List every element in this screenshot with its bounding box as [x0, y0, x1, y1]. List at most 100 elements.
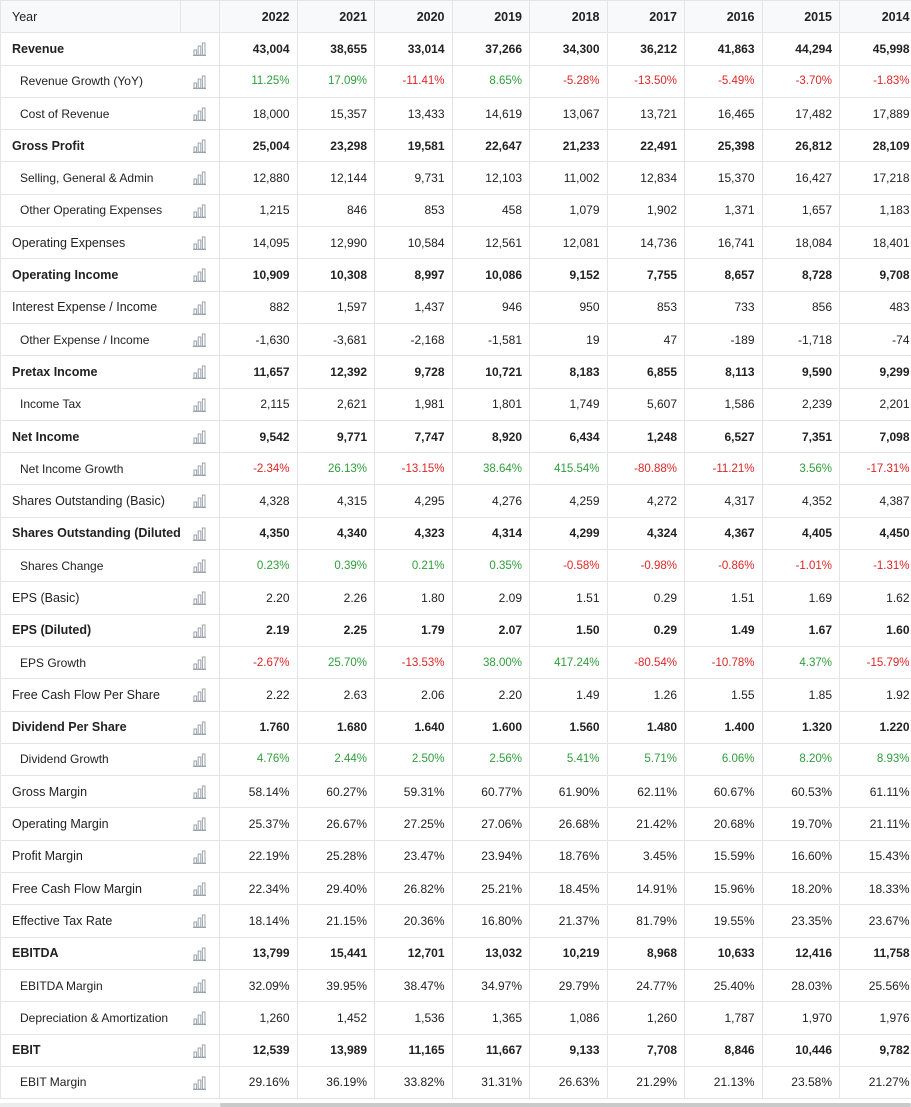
table-cell: 8,657 [684, 258, 763, 292]
bar-chart-icon[interactable] [180, 64, 220, 98]
table-cell: 2.20 [451, 678, 530, 712]
table-cell: 38.47% [374, 968, 453, 1003]
year-2018-header[interactable]: 2018 [529, 0, 608, 34]
table-cell: 1,902 [606, 193, 685, 228]
bar-chart-icon[interactable] [180, 32, 220, 66]
bar-chart-icon[interactable] [180, 710, 220, 744]
bar-chart-icon[interactable] [180, 1033, 220, 1067]
bar-chart-icon[interactable] [180, 645, 220, 680]
year-2022-header[interactable]: 2022 [219, 0, 298, 34]
table-cell: 25.56% [839, 968, 911, 1003]
table-cell: 17,482 [761, 96, 840, 131]
table-cell: 4,352 [761, 484, 840, 518]
bar-chart-icon[interactable] [180, 1001, 220, 1035]
table-cell: -1.31% [839, 549, 911, 583]
bar-chart-icon[interactable] [180, 872, 220, 906]
bar-chart-icon[interactable] [180, 613, 220, 647]
table-row: Free Cash Flow Margin 22.34% 29.40% 26.82% 2… [0, 872, 911, 906]
year-2016-header[interactable]: 2016 [684, 0, 763, 34]
bar-chart-icon[interactable] [180, 516, 220, 551]
year-2020-header[interactable]: 2020 [374, 0, 453, 34]
table-cell: 1.49 [684, 613, 763, 647]
bar-chart-icon[interactable] [180, 742, 220, 777]
row-label: Interest Expense / Income [0, 290, 181, 324]
table-cell: 12,081 [529, 226, 608, 260]
table-cell: 9,133 [529, 1033, 608, 1067]
bar-chart-icon[interactable] [180, 904, 220, 938]
table-cell: 14,619 [451, 96, 530, 131]
bar-chart-icon[interactable] [180, 549, 220, 583]
table-cell: -80.54% [606, 645, 685, 680]
bar-chart-icon[interactable] [180, 226, 220, 260]
table-cell: 1.320 [761, 710, 840, 744]
table-cell: 20.68% [684, 807, 763, 841]
table-cell: 856 [761, 290, 840, 324]
bar-chart-icon[interactable] [180, 1065, 220, 1100]
bar-chart-icon[interactable] [180, 193, 220, 228]
table-cell: 2.06 [374, 678, 453, 712]
row-label: Pretax Income [0, 355, 181, 389]
bar-chart-icon[interactable] [180, 322, 220, 357]
table-cell: 22.34% [219, 872, 298, 906]
bar-chart-icon[interactable] [180, 129, 220, 163]
year-2017-header[interactable]: 2017 [606, 0, 685, 34]
bar-chart-icon[interactable] [180, 807, 220, 841]
table-cell: 950 [529, 290, 608, 324]
table-cell: 12,880 [219, 161, 298, 195]
table-cell: 8.93% [839, 742, 911, 777]
table-cell: 25.70% [296, 645, 375, 680]
table-cell: 37,266 [451, 32, 530, 66]
table-row: Other Expense / Income -1,630 -3,681 -2,168… [0, 322, 911, 357]
bar-chart-icon[interactable] [180, 387, 220, 421]
bar-chart-icon[interactable] [180, 968, 220, 1003]
table-cell: 23,298 [296, 129, 375, 163]
table-cell: 4,323 [374, 516, 453, 551]
table-cell: 12,834 [606, 161, 685, 195]
table-cell: 1.69 [761, 581, 840, 615]
bar-chart-icon[interactable] [180, 839, 220, 874]
table-cell: 44,294 [761, 32, 840, 66]
table-cell: 16,741 [684, 226, 763, 260]
table-cell: 1.62 [839, 581, 911, 615]
bar-chart-icon[interactable] [180, 290, 220, 324]
horizontal-scrollbar[interactable] [0, 1103, 911, 1107]
scrollbar-thumb[interactable] [220, 1103, 911, 1107]
year-2014-header[interactable]: 2014 [839, 0, 911, 34]
table-cell: 1.80 [374, 581, 453, 615]
bar-chart-icon[interactable] [180, 936, 220, 970]
bar-chart-icon[interactable] [180, 581, 220, 615]
table-cell: 17,889 [839, 96, 911, 131]
table-cell: 1.480 [606, 710, 685, 744]
year-2021-header[interactable]: 2021 [296, 0, 375, 34]
bar-chart-icon[interactable] [180, 355, 220, 389]
bar-chart-icon[interactable] [180, 96, 220, 131]
table-row: Pretax Income 11,657 12,392 9,728 10,721 8,18… [0, 355, 911, 389]
table-cell: 60.67% [684, 775, 763, 809]
bar-chart-icon[interactable] [180, 419, 220, 454]
table-cell: 18,401 [839, 226, 911, 260]
table-cell: 1,260 [219, 1001, 298, 1035]
year-2019-header[interactable]: 2019 [451, 0, 530, 34]
row-label: Operating Expenses [0, 226, 181, 260]
table-cell: 18.76% [529, 839, 608, 874]
table-cell: -80.88% [606, 452, 685, 486]
table-cell: 1.60 [839, 613, 911, 647]
table-cell: -2.67% [219, 645, 298, 680]
bar-chart-icon[interactable] [180, 161, 220, 195]
table-row: Shares Change 0.23% 0.39% 0.21% 0.35% -0.58% -… [0, 549, 911, 583]
table-cell: 43,004 [219, 32, 298, 66]
bar-chart-icon[interactable] [180, 484, 220, 518]
table-cell: -5.49% [684, 64, 763, 98]
bar-chart-icon[interactable] [180, 775, 220, 809]
bar-chart-icon[interactable] [180, 452, 220, 486]
year-2015-header[interactable]: 2015 [761, 0, 840, 34]
table-cell: 10,308 [296, 258, 375, 292]
table-cell: 10,219 [529, 936, 608, 970]
table-cell: 0.23% [219, 549, 298, 583]
table-cell: 15,370 [684, 161, 763, 195]
bar-chart-icon[interactable] [180, 678, 220, 712]
table-cell: 5.41% [529, 742, 608, 777]
table-cell: 1,657 [761, 193, 840, 228]
bar-chart-icon[interactable] [180, 258, 220, 292]
table-cell: 33,014 [374, 32, 453, 66]
